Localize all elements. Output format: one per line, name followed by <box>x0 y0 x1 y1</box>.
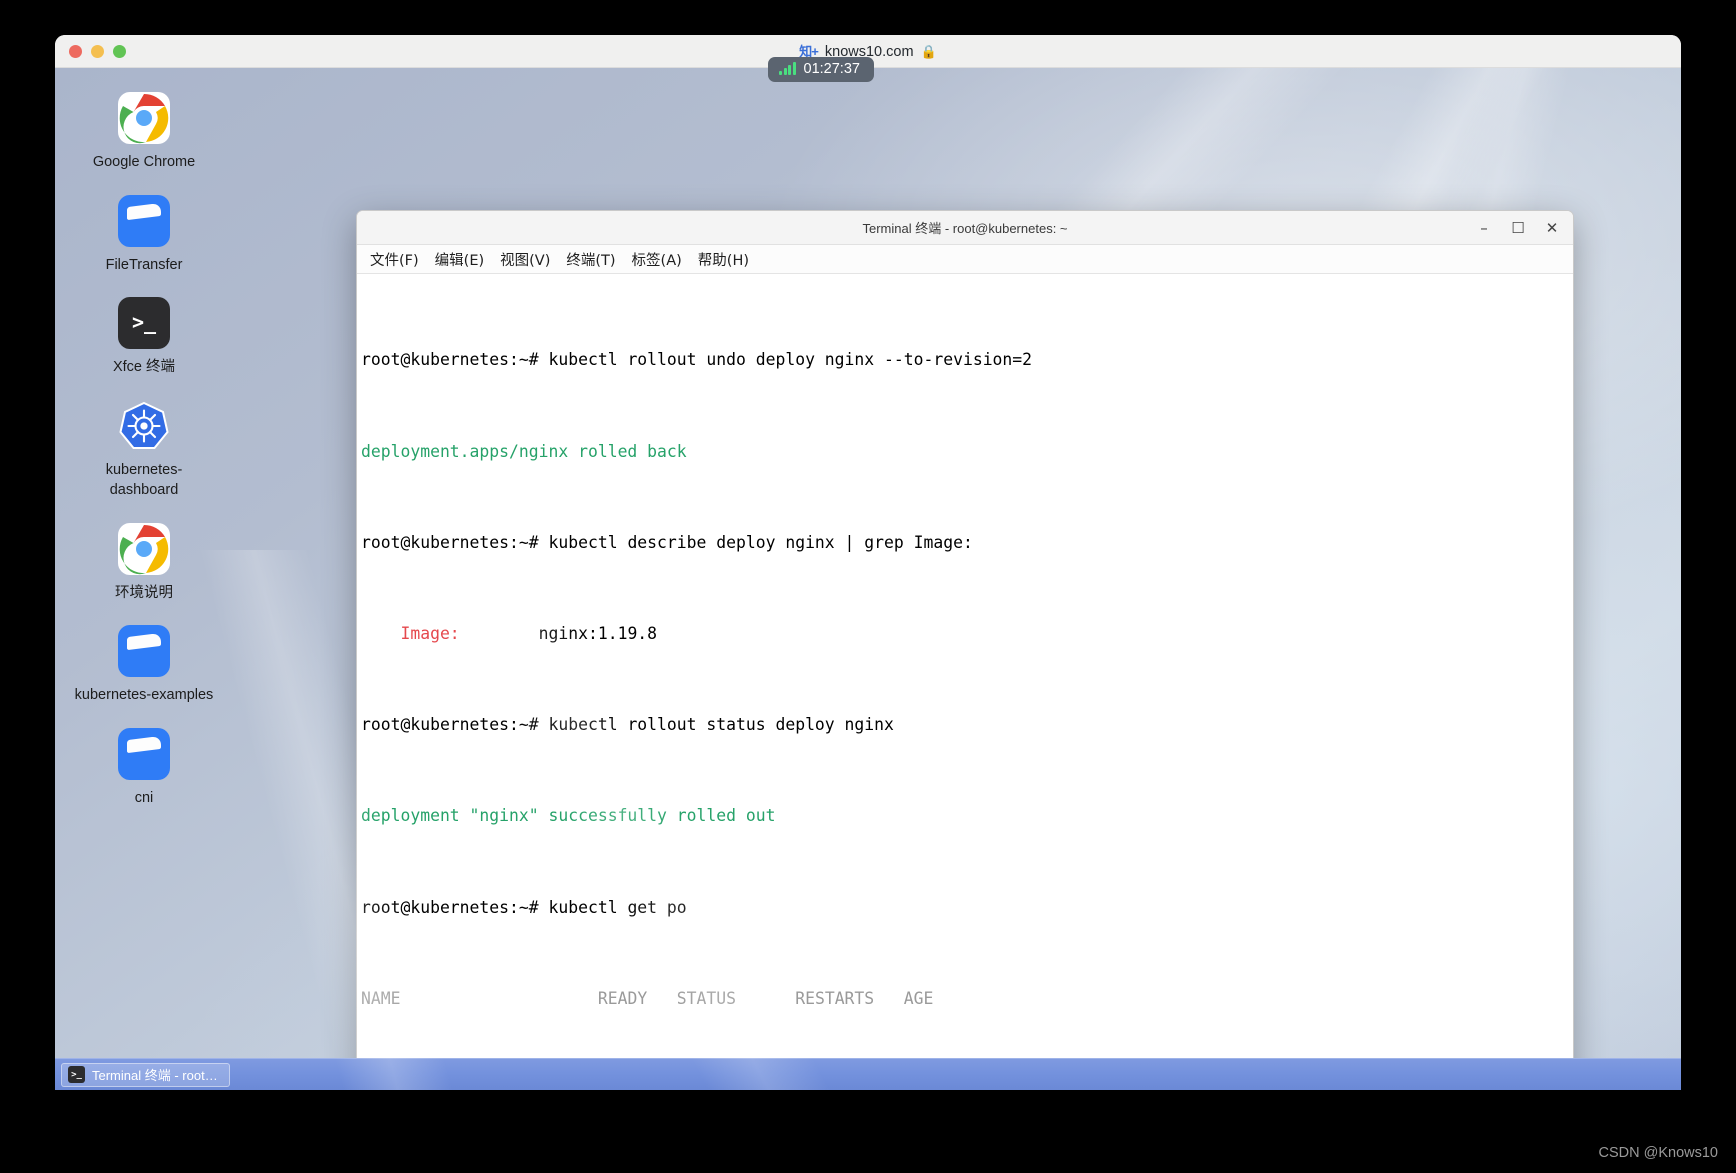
shell-command: kubectl rollout status deploy nginx <box>548 715 894 735</box>
menu-file[interactable]: 文件(F) <box>362 246 427 273</box>
desktop-icon-label: cni <box>134 790 154 807</box>
menu-tabs[interactable]: 标签(A) <box>624 246 690 273</box>
menu-edit[interactable]: 编辑(E) <box>427 246 492 273</box>
folder-icon <box>118 625 170 678</box>
chrome-icon <box>118 522 170 575</box>
zoom-window-button[interactable] <box>113 44 126 58</box>
terminal-line: deployment "nginx" successfully rolled o… <box>361 805 1569 828</box>
desktop-icon-filetransfer[interactable]: FileTransfer <box>69 194 219 276</box>
image-key: Image: <box>361 623 460 643</box>
signal-bars-icon <box>779 62 796 75</box>
terminal-window: Terminal 终端 - root@kubernetes: ~ – ☐ ✕ 文… <box>356 210 1574 1085</box>
terminal-line: deployment.apps/nginx rolled back <box>361 441 1569 464</box>
remote-desktop: Google Chrome FileTransfer >_ Xfce 终端 ku… <box>55 68 1681 1090</box>
maximize-icon[interactable]: ☐ <box>1501 213 1535 243</box>
lock-icon: 🔒 <box>920 43 937 59</box>
terminal-output-area[interactable]: root@kubernetes:~# kubectl rollout undo … <box>357 274 1573 1084</box>
shell-prompt: root@kubernetes:~# <box>361 715 549 735</box>
menu-terminal[interactable]: 终端(T) <box>558 246 623 273</box>
terminal-line: Image: nginx:1.19.8 <box>361 623 1569 646</box>
session-timer-badge: 01:27:37 <box>768 57 874 82</box>
terminal-icon: >_ <box>68 1066 85 1083</box>
minimize-icon[interactable]: – <box>1467 213 1501 243</box>
taskbar-item-label: Terminal 终端 - root… <box>92 1068 218 1083</box>
terminal-line: root@kubernetes:~# kubectl rollout statu… <box>361 714 1569 737</box>
minimize-window-button[interactable] <box>91 44 104 58</box>
chrome-icon <box>118 92 170 144</box>
shell-command: kubectl get po <box>548 897 687 917</box>
shell-command: kubectl describe deploy nginx | grep Ima… <box>548 532 973 552</box>
desktop-icon-label: Xfce 终端 <box>112 359 176 376</box>
close-window-button[interactable] <box>69 44 82 58</box>
pod-table-header-row: NAME READY STATUS RESTARTS AGE <box>361 988 1569 1011</box>
watermark: CSDN @Knows10 <box>1598 1145 1718 1161</box>
image-value: nginx:1.19.8 <box>459 623 658 643</box>
kubernetes-icon <box>118 400 170 452</box>
desktop-icon-label: 环境说明 <box>115 584 173 601</box>
shell-prompt: root@kubernetes:~# <box>361 350 549 370</box>
col-header-ready: READY <box>597 988 677 1008</box>
folder-icon <box>118 194 170 247</box>
terminal-window-controls: – ☐ ✕ <box>1467 211 1569 245</box>
terminal-line: root@kubernetes:~# kubectl rollout undo … <box>361 349 1569 372</box>
traffic-light-controls <box>69 44 126 58</box>
desktop-icon-label: kubernetes-dashboard <box>105 462 183 498</box>
desktop-icon-xfce-terminal[interactable]: >_ Xfce 终端 <box>69 297 219 378</box>
session-timer-value: 01:27:37 <box>803 61 860 77</box>
terminal-titlebar[interactable]: Terminal 终端 - root@kubernetes: ~ – ☐ ✕ <box>357 211 1573 245</box>
desktop-icon-grid: Google Chrome FileTransfer >_ Xfce 终端 ku… <box>55 68 355 831</box>
menu-help[interactable]: 帮助(H) <box>690 246 757 273</box>
terminal-icon: >_ <box>118 297 170 350</box>
terminal-menubar: 文件(F) 编辑(E) 视图(V) 终端(T) 标签(A) 帮助(H) <box>357 245 1573 274</box>
shell-command: kubectl rollout undo deploy nginx --to-r… <box>548 350 1033 370</box>
desktop-icon-label: Google Chrome <box>92 154 196 170</box>
desktop-icon-label: FileTransfer <box>105 256 183 273</box>
screen: 知+ knows10.com 🔒 Google Chrome FileTrans… <box>0 0 1736 1173</box>
terminal-line: root@kubernetes:~# kubectl describe depl… <box>361 532 1569 555</box>
desktop-icon-cni[interactable]: cni <box>69 728 219 809</box>
close-icon[interactable]: ✕ <box>1535 213 1569 243</box>
desktop-icon-kubernetes-dashboard[interactable]: kubernetes-dashboard <box>69 400 219 500</box>
shell-prompt: root@kubernetes:~# <box>361 532 549 552</box>
desktop-icon-huanjingshuoming[interactable]: 环境说明 <box>69 522 219 604</box>
folder-icon <box>118 728 170 781</box>
desktop-icon-kubernetes-examples[interactable]: kubernetes-examples <box>69 625 219 706</box>
command-output: deployment "nginx" successfully rolled o… <box>361 806 776 826</box>
taskbar-item-terminal[interactable]: >_ Terminal 终端 - root… <box>61 1062 230 1087</box>
shell-prompt: root@kubernetes:~# <box>361 897 549 917</box>
terminal-line: root@kubernetes:~# kubectl get po <box>361 897 1569 920</box>
taskbar: >_ Terminal 终端 - root… <box>55 1058 1681 1090</box>
col-header-age: AGE <box>903 988 934 1008</box>
col-header-status: STATUS <box>676 988 796 1008</box>
desktop-icon-label: kubernetes-examples <box>74 687 214 704</box>
col-header-name: NAME <box>361 988 598 1008</box>
col-header-restarts: RESTARTS <box>795 988 904 1008</box>
browser-window: 知+ knows10.com 🔒 Google Chrome FileTrans… <box>55 35 1681 1090</box>
terminal-window-title: Terminal 终端 - root@kubernetes: ~ <box>862 221 1068 236</box>
command-output: deployment.apps/nginx rolled back <box>361 441 687 461</box>
menu-view[interactable]: 视图(V) <box>492 246 558 273</box>
desktop-icon-google-chrome[interactable]: Google Chrome <box>69 92 219 173</box>
